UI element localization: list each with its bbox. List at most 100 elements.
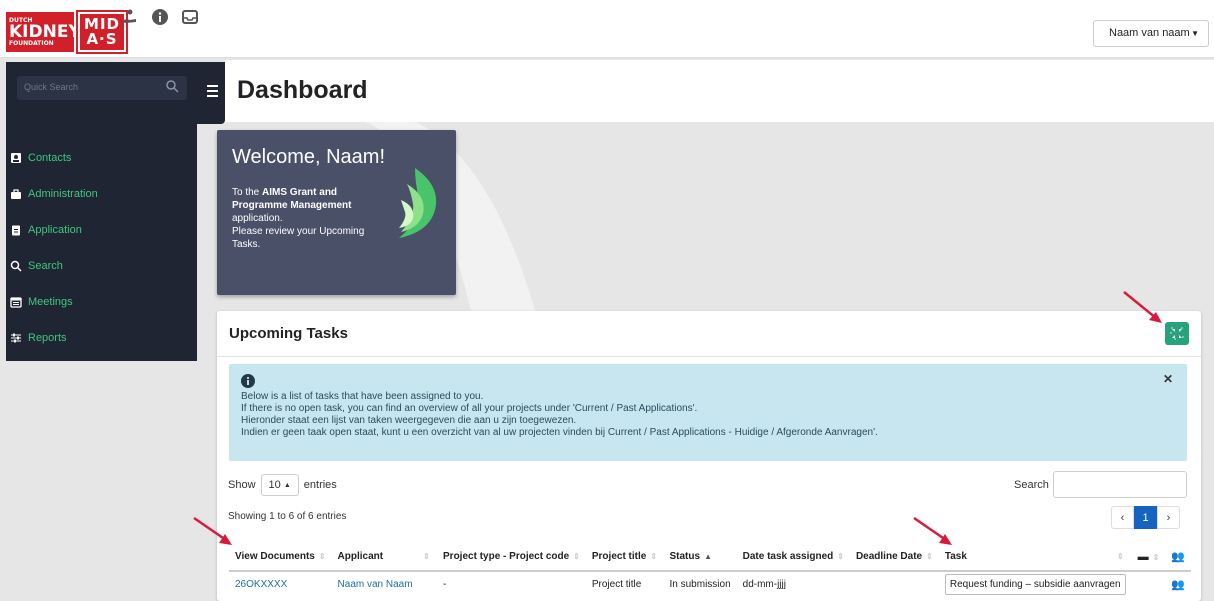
next-page-button[interactable]: › — [1157, 506, 1180, 529]
user-name: Naam van naam — [1109, 27, 1190, 39]
entries-label: entries — [303, 479, 337, 491]
col-users[interactable]: 👥 — [1165, 543, 1191, 572]
sidebar-item-label: Search — [28, 260, 63, 272]
entries-select[interactable]: 10 ▲ — [260, 474, 299, 496]
page-1-button[interactable]: 1 — [1134, 506, 1157, 529]
applicant-link[interactable]: Naam van Naam — [332, 571, 437, 597]
page-title: Dashboard — [237, 76, 368, 104]
deadline-cell — [850, 571, 939, 597]
show-label: Show — [228, 479, 256, 491]
col-project-type[interactable]: Project type - Project code ⇕ — [437, 543, 586, 572]
chevron-down-icon: ▼ — [1191, 29, 1199, 38]
folder-open-icon: ▬ — [1137, 550, 1149, 563]
info-alert: Below is a list of tasks that have been … — [229, 364, 1187, 461]
top-bar: DUTCH KIDNEY FOUNDATION MID A·S Naam van… — [0, 0, 1214, 58]
sort-icon: ⇕ — [926, 552, 933, 561]
sort-icon: ⇕ — [1116, 552, 1124, 561]
midas-logo: MID A·S — [76, 10, 128, 54]
annotation-arrow — [193, 516, 232, 545]
hand-coin-icon[interactable] — [121, 8, 139, 26]
prev-page-button[interactable]: ‹ — [1111, 506, 1134, 529]
sidebar-item-administration[interactable]: Administration — [10, 176, 190, 212]
sidebar-item-label: Administration — [28, 188, 98, 200]
page-header: Dashboard — [225, 60, 1214, 122]
alert-line: Below is a list of tasks that have been … — [241, 391, 484, 402]
sliders-icon — [11, 333, 21, 343]
users-icon: 👥 — [1171, 551, 1185, 563]
panel-title: Upcoming Tasks — [229, 325, 348, 342]
leaf-logo-icon — [399, 168, 437, 238]
users-icon: 👥 — [1171, 579, 1185, 591]
compress-icon — [1170, 327, 1184, 340]
clipboard-icon — [12, 225, 20, 236]
sidebar-item-reports[interactable]: Reports — [10, 320, 190, 356]
sort-icon: ⇕ — [650, 552, 658, 561]
col-view-documents[interactable]: View Documents ⇕ — [229, 543, 332, 572]
sort-icon: ⇕ — [318, 552, 326, 561]
sidebar-item-search[interactable]: Search — [10, 248, 190, 284]
view-documents-link[interactable]: 26OKXXXX — [229, 571, 332, 597]
sidebar-item-meetings[interactable]: Meetings — [10, 284, 190, 320]
contact-card-icon — [11, 153, 21, 163]
col-date-assigned[interactable]: Date task assigned ⇕ — [736, 543, 850, 572]
project-type-cell: - — [443, 579, 447, 590]
sidebar-item-application[interactable]: Application — [10, 212, 190, 248]
search-icon — [10, 260, 22, 272]
sidebar-item-contacts[interactable]: Contacts — [10, 140, 190, 176]
info-circle-icon[interactable] — [151, 8, 169, 26]
user-menu-button[interactable]: Naam van naam ▼ — [1093, 20, 1209, 47]
collapse-panel-button[interactable] — [1165, 322, 1189, 345]
sidebar: Quick Search Contacts Administration App… — [6, 62, 197, 361]
sort-icon: ⇕ — [573, 552, 580, 561]
sidebar-item-label: Meetings — [28, 296, 73, 308]
sort-icon: ⇕ — [837, 552, 844, 561]
alert-line: If there is no open task, you can find a… — [241, 403, 698, 414]
close-icon[interactable]: ✕ — [1163, 373, 1173, 385]
table-info: Showing 1 to 6 of 6 entries — [228, 511, 347, 522]
search-icon[interactable] — [165, 79, 179, 93]
search-label: Search — [1014, 479, 1049, 491]
annotation-arrow — [1123, 291, 1162, 323]
date-assigned-cell: dd-mm-jjjj — [742, 579, 786, 590]
calendar-icon — [10, 297, 22, 308]
task-button[interactable]: Request funding – subsidie aanvragen — [944, 574, 1126, 595]
project-title-cell: Project title — [591, 579, 642, 590]
entries-length-control: Show 10 ▲ entries — [228, 474, 337, 496]
status-cell: In submission — [669, 579, 731, 590]
upcoming-tasks-panel: Upcoming Tasks Below is a list of tasks … — [217, 311, 1201, 601]
welcome-text: To the AIMS Grant and Programme Manageme… — [232, 187, 365, 250]
kidney-foundation-logo: DUTCH KIDNEY FOUNDATION — [6, 12, 81, 52]
col-project-title[interactable]: Project title ⇕ — [585, 543, 664, 572]
quick-search-input[interactable]: Quick Search — [17, 76, 187, 100]
pagination: ‹ 1 › — [1111, 506, 1180, 529]
users-cell[interactable]: 👥 — [1165, 571, 1191, 597]
divider — [217, 356, 1201, 357]
briefcase-icon — [11, 189, 21, 199]
inbox-icon[interactable] — [181, 8, 199, 26]
sort-asc-icon: ▲ — [704, 552, 712, 561]
col-applicant[interactable]: Applicant ⇕ — [331, 543, 438, 572]
folder-cell — [1132, 571, 1166, 597]
sort-icon: ⇕ — [1152, 552, 1160, 562]
table-search-input[interactable] — [1053, 471, 1187, 498]
alert-line: Hieronder staat een lijst van taken weer… — [241, 415, 577, 426]
sidebar-item-label: Contacts — [28, 152, 72, 164]
sidebar-item-label: Application — [28, 224, 82, 236]
hamburger-menu-icon[interactable] — [197, 62, 225, 124]
table-header-row: View Documents ⇕ Applicant ⇕ Project type … — [229, 543, 1191, 572]
info-circle-icon — [241, 374, 255, 388]
col-folder[interactable]: ▬ ⇕ — [1131, 543, 1166, 572]
app-logo[interactable]: DUTCH KIDNEY FOUNDATION MID A·S — [6, 10, 128, 54]
col-task[interactable]: Task ⇕ — [938, 543, 1132, 572]
welcome-title: Welcome, Naam! — [232, 146, 386, 168]
welcome-card: Welcome, Naam! To the AIMS Grant and Pro… — [217, 130, 456, 295]
sort-icon: ⇕ — [423, 552, 430, 561]
chevron-up-icon: ▲ — [283, 481, 291, 489]
col-status[interactable]: Status ▲ — [663, 543, 737, 572]
sidebar-nav: Contacts Administration Application Sear… — [10, 140, 190, 356]
task-cell: Request funding – subsidie aanvragen — [939, 571, 1132, 597]
annotation-arrow — [913, 516, 952, 545]
quick-search-placeholder: Quick Search — [24, 82, 79, 92]
alert-line: Indien er geen taak open staat, kunt u e… — [241, 427, 878, 438]
table-row: 26OKXXXX Naam van Naam - Project title I… — [229, 571, 1191, 597]
